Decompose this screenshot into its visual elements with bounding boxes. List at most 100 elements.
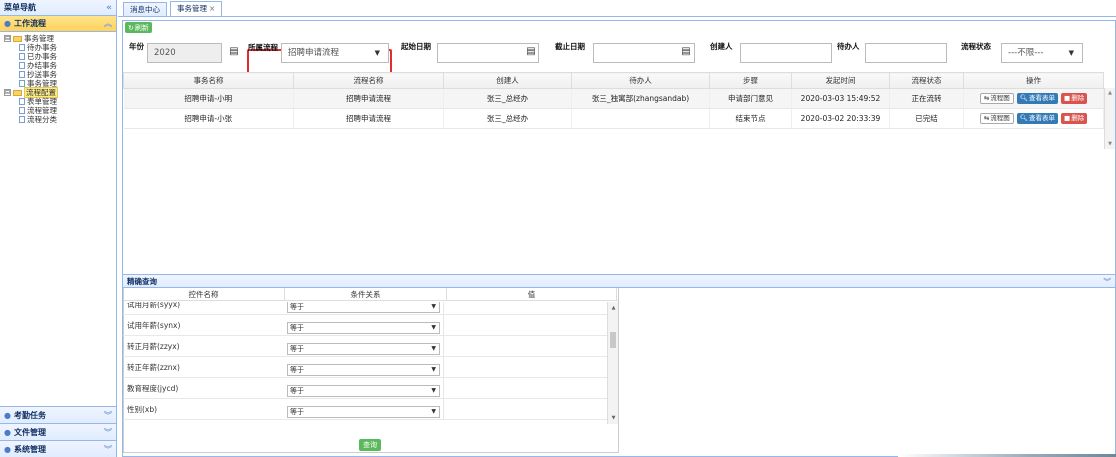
calendar-icon[interactable]: ▤ (524, 43, 538, 63)
dropdown-caret-icon: ▼ (431, 345, 436, 352)
dropdown-caret-icon: ▼ (431, 387, 436, 394)
divider (443, 399, 444, 420)
delete-button[interactable]: ■ 删除 (1061, 93, 1088, 104)
grid-scrollbar[interactable]: ▲ ▼ (1104, 88, 1115, 149)
view-form-button[interactable]: 🔍︎ 查看表单 (1016, 113, 1059, 124)
table-row[interactable]: 招聘申请-小张 招聘申请流程 张三_总经办 结束节点 2020-03-02 20… (123, 108, 1104, 129)
query-scrollbar[interactable]: ▲ ▼ (607, 302, 618, 424)
handler-input[interactable] (865, 43, 947, 63)
calendar-icon[interactable]: ▤ (227, 43, 241, 63)
column-header[interactable]: 待办人 (571, 72, 710, 89)
collapse-icon[interactable]: « (106, 3, 112, 13)
tree-folder-affairs[interactable]: ⊟ 事务管理 (4, 34, 116, 43)
process-select[interactable]: 招聘申请流程 ▼ (281, 43, 389, 63)
flowchart-button[interactable]: ⇆ 流程图 (979, 93, 1014, 104)
column-header[interactable]: 创建人 (443, 72, 572, 89)
bullet-icon: ● (4, 444, 11, 454)
section-attendance[interactable]: ● 考勤任务 ︾ (0, 406, 116, 423)
file-icon (19, 107, 25, 114)
year-input[interactable]: 2020 (147, 43, 222, 63)
field-name: 转正年薪(zznx) (127, 363, 180, 372)
condition-select[interactable]: 等于 ▼ (287, 322, 440, 334)
scroll-down-icon[interactable]: ▼ (608, 415, 619, 421)
creator-label: 创建人 (710, 42, 733, 51)
status-select[interactable]: ---不限--- ▼ (1001, 43, 1083, 63)
tab-affairs-manage[interactable]: 事务管理 × (170, 1, 223, 16)
refresh-button[interactable]: ↻ 刷新 (125, 22, 152, 33)
chevron-down-icon[interactable]: ︾ (104, 410, 112, 421)
table-cell: 正在流转 (889, 88, 964, 109)
chevron-down-icon[interactable]: ︾ (1104, 276, 1112, 287)
column-header[interactable]: 流程名称 (293, 72, 444, 89)
button-label: 查看表单 (1029, 94, 1056, 102)
tree-item-forms[interactable]: 表单管理 (4, 97, 116, 106)
chevron-down-icon[interactable]: ︾ (104, 427, 112, 438)
condition-select[interactable]: 等于 ▼ (287, 385, 440, 397)
divider (443, 336, 444, 357)
tab-label: 事务管理 (177, 4, 207, 13)
section-workflow[interactable]: ● 工作流程 ︽ (0, 16, 116, 32)
dropdown-caret-icon: ▼ (374, 49, 380, 57)
table-cell: 2020-03-03 15:49:52 (791, 88, 890, 109)
table-cell (571, 108, 710, 129)
condition-select[interactable]: 等于 ▼ (287, 302, 440, 313)
list-item: 试用月薪(syyx) 等于 ▼ (123, 302, 618, 315)
tab-message-center[interactable]: 消息中心 (123, 2, 167, 16)
collapse-toggle-icon[interactable]: ⊟ (4, 89, 11, 96)
tree-item-affairs-manage[interactable]: 事务管理 (4, 79, 116, 88)
tree-item-cc[interactable]: 抄送事务 (4, 70, 116, 79)
condition-select[interactable]: 等于 ▼ (287, 364, 440, 376)
column-header[interactable]: 事务名称 (123, 72, 294, 89)
column-header[interactable]: 发起时间 (791, 72, 890, 89)
section-label: 系统管理 (13, 444, 46, 454)
column-header[interactable]: 流程状态 (889, 72, 964, 89)
section-system[interactable]: ● 系统管理 ︾ (0, 440, 116, 457)
table-row[interactable]: 招聘申请-小明 招聘申请流程 张三_总经办 张三_独寓部(zhangsandab… (123, 88, 1104, 109)
chevron-down-icon[interactable]: ︾ (104, 444, 112, 455)
calendar-icon[interactable]: ▤ (679, 43, 693, 63)
tree-folder-process-config[interactable]: ⊟ 流程配置 (4, 87, 116, 98)
process-label: 所属流程 (248, 43, 278, 52)
condition-select[interactable]: 等于 ▼ (287, 406, 440, 418)
dropdown-caret-icon: ▼ (1068, 49, 1074, 57)
affairs-grid: 事务名称 流程名称 创建人 待办人 步骤 发起时间 流程状态 操作 招聘申请-小… (123, 72, 1115, 292)
section-workflow-label: 工作流程 (13, 19, 46, 28)
folder-icon (13, 89, 22, 96)
sidebar: 菜单导航 « ● 工作流程 ︽ ⊟ 事务管理 待办事务 已办事务 办结事务 抄送事… (0, 0, 117, 457)
collapse-toggle-icon[interactable]: ⊟ (4, 35, 11, 42)
flowchart-button[interactable]: ⇆ 流程图 (979, 113, 1014, 124)
query-button[interactable]: 查询 (359, 439, 381, 451)
chevron-up-icon[interactable]: ︽ (104, 18, 112, 29)
main-area: 消息中心 事务管理 × ↻ 刷新 年份 2020 ▤ 所属流程 招聘申请流程 ▼ 起始… (118, 0, 1116, 457)
condition-value: 等于 (290, 324, 304, 332)
tree-item-categories[interactable]: 流程分类 (4, 115, 116, 124)
view-form-button[interactable]: 🔍︎ 查看表单 (1016, 93, 1059, 104)
tree-item-finished[interactable]: 办结事务 (4, 61, 116, 70)
tree-item-todo[interactable]: 待办事务 (4, 43, 116, 52)
list-item: 转正年薪(zznx) 等于 ▼ (123, 357, 618, 378)
condition-select[interactable]: 等于 ▼ (287, 343, 440, 355)
delete-button[interactable]: ■ 删除 (1061, 113, 1088, 124)
tree-item-done[interactable]: 已办事务 (4, 52, 116, 61)
scroll-up-icon[interactable]: ▲ (608, 305, 619, 311)
section-files[interactable]: ● 文件管理 ︾ (0, 423, 116, 440)
precise-query-header[interactable]: 精确查询 ︾ (123, 274, 1115, 288)
dropdown-caret-icon: ▼ (431, 303, 436, 310)
scroll-thumb[interactable] (610, 332, 616, 348)
refresh-icon: ↻ (128, 23, 134, 32)
scroll-down-icon[interactable]: ▼ (1105, 139, 1115, 149)
scroll-up-icon[interactable]: ▲ (1105, 88, 1115, 98)
tree-label: 办结事务 (27, 61, 57, 70)
status-select-value: ---不限--- (1008, 48, 1044, 58)
search-icon: 🔍︎ (1019, 94, 1029, 102)
file-icon (19, 62, 25, 69)
close-icon[interactable]: × (209, 4, 215, 13)
tree-item-processes[interactable]: 流程管理 (4, 106, 116, 115)
creator-input[interactable] (740, 43, 832, 63)
trash-icon: ■ (1064, 114, 1071, 122)
sidebar-header: 菜单导航 « (0, 0, 116, 16)
sidebar-bottom-sections: ● 考勤任务 ︾ ● 文件管理 ︾ ● 系统管理 ︾ (0, 406, 116, 457)
status-label: 流程状态 (961, 42, 991, 51)
column-header[interactable]: 步骤 (709, 72, 792, 89)
table-cell: 招聘申请-小明 (123, 88, 294, 109)
